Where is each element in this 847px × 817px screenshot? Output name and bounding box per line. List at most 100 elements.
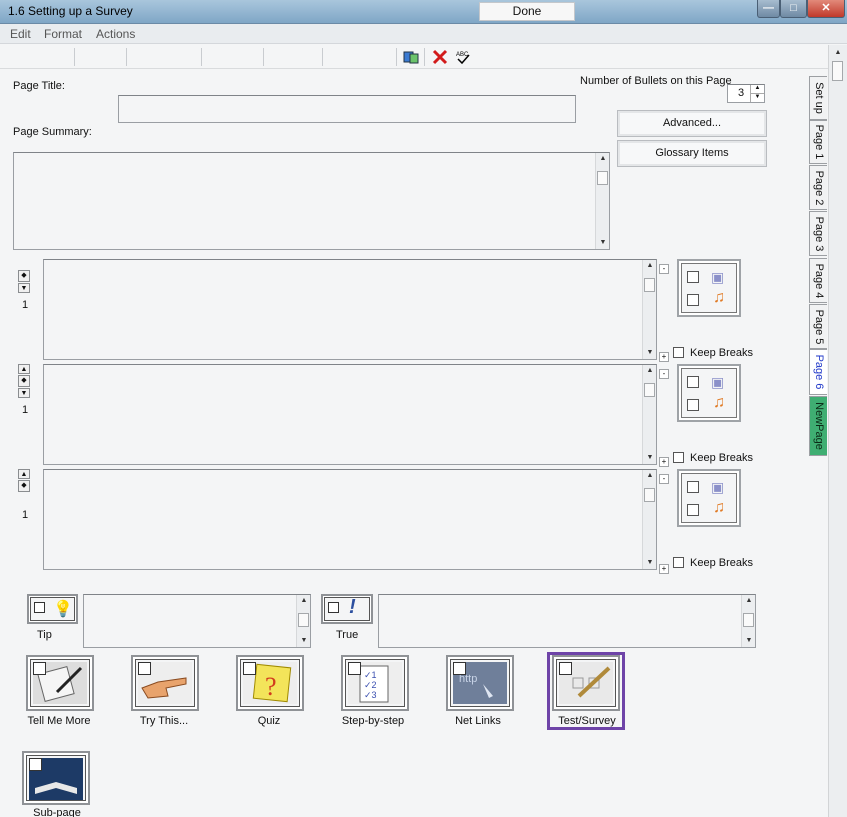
scroll-down-arrow[interactable]: ▼ — [297, 635, 311, 647]
scroll-thumb[interactable] — [597, 171, 608, 185]
keep-breaks-checkbox[interactable] — [673, 347, 684, 358]
camera-checkbox[interactable] — [687, 271, 699, 283]
scroll-down-arrow[interactable]: ▼ — [643, 347, 657, 359]
scroll-up-arrow[interactable]: ▲ — [596, 153, 610, 165]
scroll-thumb[interactable] — [644, 383, 655, 397]
scroll-thumb[interactable] — [743, 613, 754, 627]
book-icon[interactable] — [403, 49, 419, 65]
bullet-move-down[interactable]: ▼ — [18, 283, 30, 293]
tip-icon-box: 💡 — [27, 594, 78, 624]
tile-checkbox[interactable] — [453, 662, 466, 675]
bullet-move-handle[interactable]: ◆ — [18, 480, 30, 492]
tab-page-2[interactable]: Page 2 — [809, 165, 827, 210]
summary-scrollbar[interactable]: ▲ ▼ — [595, 153, 609, 249]
tile-checkbox[interactable] — [29, 758, 42, 771]
spellcheck-icon[interactable]: ABC — [455, 49, 471, 65]
tab-page-1[interactable]: Page 1 — [809, 120, 827, 164]
close-button[interactable]: ✕ — [807, 0, 845, 18]
audio-checkbox[interactable] — [687, 294, 699, 306]
bullet-textarea[interactable]: ▲ ▼ — [43, 259, 657, 360]
tab-new-page[interactable]: NewPage — [809, 396, 827, 456]
camera-checkbox[interactable] — [687, 376, 699, 388]
tile-checkbox[interactable] — [243, 662, 256, 675]
bullet-textarea[interactable]: ▲ ▼ — [43, 469, 657, 570]
scroll-up-arrow[interactable]: ▲ — [831, 47, 845, 59]
camera-icon: ▣ — [711, 479, 725, 495]
tell-me-more-tile[interactable] — [26, 655, 94, 711]
keep-breaks-checkbox[interactable] — [673, 452, 684, 463]
scroll-thumb[interactable] — [644, 488, 655, 502]
sub-page-tile[interactable] — [22, 751, 90, 805]
true-textarea[interactable]: ▲ ▼ — [378, 594, 756, 648]
bullet-shrink-button[interactable]: - — [659, 474, 669, 484]
true-checkbox[interactable] — [328, 602, 339, 613]
scroll-down-arrow[interactable]: ▼ — [643, 557, 657, 569]
scroll-down-arrow[interactable]: ▼ — [596, 237, 610, 249]
scroll-up-arrow[interactable]: ▲ — [742, 595, 756, 607]
bullet-expand-button[interactable]: + — [659, 352, 669, 362]
audio-checkbox[interactable] — [687, 399, 699, 411]
scroll-up-arrow[interactable]: ▲ — [297, 595, 311, 607]
tile-checkbox[interactable] — [559, 662, 572, 675]
bullet-move-up[interactable]: ▲ — [18, 364, 30, 374]
audio-checkbox[interactable] — [687, 504, 699, 516]
menu-actions[interactable]: Actions — [96, 27, 135, 41]
advanced-button[interactable]: Advanced... — [617, 110, 767, 137]
scroll-thumb[interactable] — [832, 61, 843, 81]
spinner-down-arrow[interactable]: ▼ — [750, 93, 764, 102]
page-title-input[interactable] — [118, 95, 576, 123]
true-scrollbar[interactable]: ▲ ▼ — [741, 595, 755, 647]
bullet-move-handle[interactable]: ◆ — [18, 270, 30, 282]
bullet-expand-button[interactable]: + — [659, 457, 669, 467]
test-survey-tile[interactable] — [552, 655, 620, 711]
menu-edit[interactable]: Edit — [10, 27, 31, 41]
menu-format[interactable]: Format — [44, 27, 82, 41]
bullet-textarea[interactable]: ▲ ▼ — [43, 364, 657, 465]
tile-checkbox[interactable] — [33, 662, 46, 675]
bullet-shrink-button[interactable]: - — [659, 264, 669, 274]
tile-checkbox[interactable] — [348, 662, 361, 675]
bullet-scrollbar[interactable]: ▲ ▼ — [642, 470, 656, 569]
done-button[interactable]: Done — [479, 2, 575, 21]
keep-breaks-checkbox[interactable] — [673, 557, 684, 568]
bullet-scrollbar[interactable]: ▲ ▼ — [642, 260, 656, 359]
page-summary-label: Page Summary: — [13, 126, 92, 138]
svg-text:✓2: ✓2 — [364, 680, 377, 690]
scroll-up-arrow[interactable]: ▲ — [643, 260, 657, 272]
tab-page-3[interactable]: Page 3 — [809, 211, 827, 256]
delete-x-icon[interactable] — [432, 49, 448, 65]
bullet-scrollbar[interactable]: ▲ ▼ — [642, 365, 656, 464]
scroll-up-arrow[interactable]: ▲ — [643, 470, 657, 482]
bullet-move-handle[interactable]: ◆ — [18, 375, 30, 387]
glossary-items-button[interactable]: Glossary Items — [617, 140, 767, 167]
page-scrollbar[interactable]: ▲ — [828, 45, 847, 817]
bullet-shrink-button[interactable]: - — [659, 369, 669, 379]
net-links-tile[interactable]: http — [446, 655, 514, 711]
tile-checkbox[interactable] — [138, 662, 151, 675]
tip-checkbox[interactable] — [34, 602, 45, 613]
bullet-move-down[interactable]: ▼ — [18, 388, 30, 398]
tab-set-up[interactable]: Set up — [809, 76, 827, 120]
tip-label: Tip — [37, 629, 52, 641]
bullet-move-up[interactable]: ▲ — [18, 469, 30, 479]
step-by-step-tile[interactable]: ✓1 ✓2 ✓3 — [341, 655, 409, 711]
scroll-up-arrow[interactable]: ▲ — [643, 365, 657, 377]
tab-page-6[interactable]: Page 6 — [809, 349, 827, 395]
spinner-up-arrow[interactable]: ▲ — [750, 85, 764, 93]
bullets-count-spinner[interactable]: 3 ▲ ▼ — [727, 84, 765, 103]
bullet-expand-button[interactable]: + — [659, 564, 669, 574]
try-this-tile[interactable] — [131, 655, 199, 711]
tip-scrollbar[interactable]: ▲ ▼ — [296, 595, 310, 647]
scroll-down-arrow[interactable]: ▼ — [643, 452, 657, 464]
minimize-button[interactable]: — — [757, 0, 780, 18]
maximize-button[interactable]: □ — [780, 0, 807, 18]
scroll-thumb[interactable] — [644, 278, 655, 292]
tip-textarea[interactable]: ▲ ▼ — [83, 594, 311, 648]
camera-checkbox[interactable] — [687, 481, 699, 493]
tab-page-5[interactable]: Page 5 — [809, 304, 827, 349]
scroll-down-arrow[interactable]: ▼ — [742, 635, 756, 647]
scroll-thumb[interactable] — [298, 613, 309, 627]
tab-page-4[interactable]: Page 4 — [809, 258, 827, 303]
quiz-tile[interactable]: ? — [236, 655, 304, 711]
page-summary-textarea[interactable]: ▲ ▼ — [13, 152, 610, 250]
